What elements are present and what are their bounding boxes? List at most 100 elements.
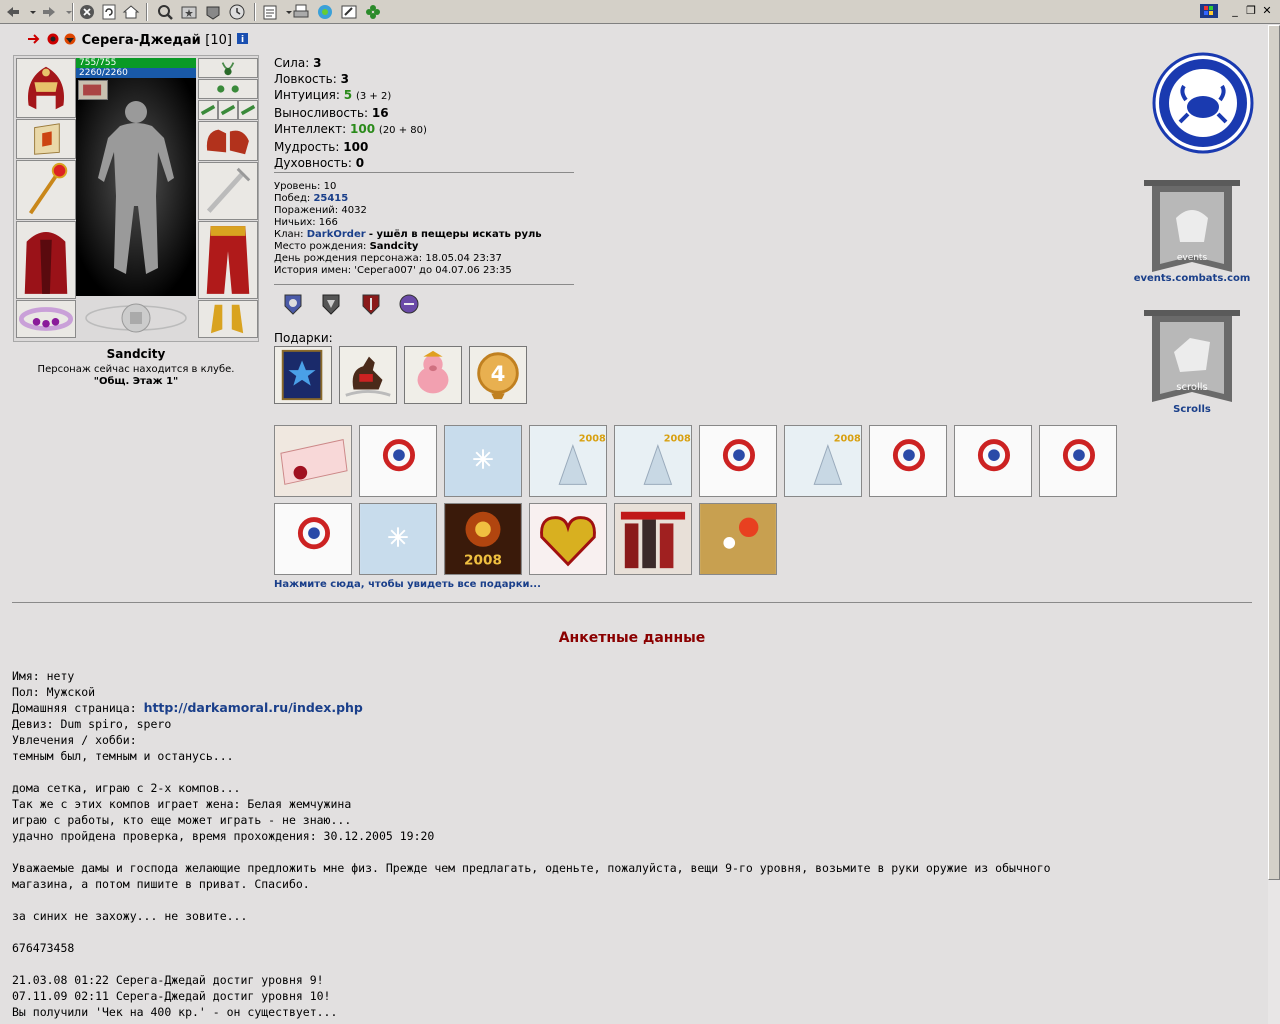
gift-pig-icon[interactable] bbox=[404, 346, 462, 404]
gloves-slot[interactable] bbox=[198, 121, 258, 161]
windows-logo-icon bbox=[1200, 4, 1218, 18]
gift-card-envelope[interactable] bbox=[274, 425, 352, 497]
refresh-icon[interactable] bbox=[100, 3, 118, 21]
dropdown-icon[interactable] bbox=[60, 3, 72, 21]
history-icon[interactable] bbox=[228, 3, 246, 21]
gift-card-ornament[interactable] bbox=[274, 503, 352, 575]
gift-book-icon[interactable] bbox=[274, 346, 332, 404]
gift-card-snowflake[interactable] bbox=[359, 503, 437, 575]
see-all-gifts-link[interactable]: Нажмите сюда, чтобы увидеть все подарки.… bbox=[274, 579, 541, 590]
stat-spirituality: Духовность: 0 bbox=[274, 156, 365, 170]
toolbar-separator bbox=[72, 3, 74, 21]
info-divider bbox=[274, 284, 574, 285]
svg-text:4: 4 bbox=[491, 362, 506, 387]
gift-card-2008-tree[interactable]: 2008 bbox=[784, 425, 862, 497]
toolbar-separator bbox=[146, 3, 148, 21]
info-icon[interactable]: i bbox=[236, 33, 248, 45]
stat-intuition: Интуиция: 5 (3 + 2) bbox=[274, 88, 392, 102]
helmet-slot[interactable] bbox=[16, 58, 76, 118]
gift-card-snowflake[interactable] bbox=[444, 425, 522, 497]
clover-icon[interactable] bbox=[364, 3, 382, 21]
belt-slot[interactable] bbox=[16, 300, 76, 338]
gifts-title: Подарки: bbox=[274, 331, 333, 345]
svg-text:2008: 2008 bbox=[464, 552, 502, 568]
homepage-link[interactable]: http://darkamoral.ru/index.php bbox=[144, 700, 363, 715]
gift-horse-icon[interactable] bbox=[339, 346, 397, 404]
arrow-icon bbox=[28, 34, 40, 44]
gift-medal-4-icon[interactable]: 4 bbox=[469, 346, 527, 404]
profile-section-title: Анкетные данные bbox=[558, 630, 706, 646]
dropdown-icon[interactable] bbox=[280, 3, 292, 21]
events-link[interactable]: events.combats.com bbox=[1122, 273, 1262, 284]
ring-slot-2[interactable] bbox=[218, 100, 238, 120]
svg-text:2008: 2008 bbox=[579, 434, 606, 445]
location-text: Персонаж сейчас находится в клубе. bbox=[37, 364, 235, 375]
info-clan: Клан: DarkOrder - ушёл в пещеры искать р… bbox=[274, 229, 542, 240]
edit-icon[interactable] bbox=[340, 3, 358, 21]
gift-card-ornament[interactable] bbox=[954, 425, 1032, 497]
gift-card-people[interactable] bbox=[614, 503, 692, 575]
bracer-slot[interactable] bbox=[16, 119, 76, 159]
minimize-icon[interactable]: _ bbox=[1228, 4, 1242, 18]
gift-card-ornament[interactable] bbox=[359, 425, 437, 497]
mail-icon[interactable] bbox=[262, 3, 280, 21]
amulet-slot[interactable] bbox=[198, 58, 258, 78]
search-icon[interactable] bbox=[156, 3, 174, 21]
scrollbar-thumb[interactable] bbox=[1268, 25, 1280, 880]
gift-card-ornament[interactable] bbox=[869, 425, 947, 497]
leggings-slot[interactable] bbox=[198, 221, 258, 299]
gift-card-2008-tree[interactable]: 2008 bbox=[614, 425, 692, 497]
info-birthday: День рождения персонажа: 18.05.04 23:37 bbox=[274, 253, 502, 264]
favorites-icon[interactable] bbox=[180, 3, 198, 21]
section-divider bbox=[12, 602, 1252, 603]
scrolls-link[interactable]: Scrolls bbox=[1152, 404, 1232, 415]
svg-text:2008: 2008 bbox=[834, 434, 861, 445]
gift-card-heart[interactable] bbox=[529, 503, 607, 575]
page-scrollbar[interactable] bbox=[1268, 25, 1280, 1024]
boots-slot[interactable] bbox=[198, 300, 258, 338]
weapon-slot[interactable] bbox=[16, 160, 76, 220]
gift-card-ornament[interactable] bbox=[1039, 425, 1117, 497]
medal-icon[interactable] bbox=[282, 292, 304, 316]
svg-text:2008: 2008 bbox=[664, 434, 691, 445]
ring-slot-3[interactable] bbox=[238, 100, 258, 120]
ring-slot-1[interactable] bbox=[198, 100, 218, 120]
window-controls: _ ❐ ✕ bbox=[1190, 0, 1280, 24]
character-body bbox=[76, 78, 196, 296]
back-icon[interactable] bbox=[4, 3, 22, 21]
stop-icon[interactable] bbox=[78, 3, 96, 21]
media-icon[interactable] bbox=[204, 3, 222, 21]
info-birthplace: Место рождения: Sandcity bbox=[274, 241, 419, 252]
gift-card-2008-tree[interactable]: 2008 bbox=[529, 425, 607, 497]
browser-toolbar: _ ❐ ✕ bbox=[0, 0, 1280, 24]
svg-text:i: i bbox=[240, 35, 243, 44]
forward-icon[interactable] bbox=[40, 3, 58, 21]
clan-link[interactable]: DarkOrder bbox=[307, 229, 366, 240]
character-header: Серега-Джедай [10] i bbox=[28, 33, 248, 51]
gift-card-ornament[interactable] bbox=[699, 425, 777, 497]
location-place: "Общ. Этаж 1" bbox=[93, 376, 179, 387]
character-info: Уровень: 10 Побед: 25415 Поражений: 4032… bbox=[274, 181, 542, 277]
close-icon[interactable]: ✕ bbox=[1260, 4, 1274, 18]
medal-icon[interactable] bbox=[398, 292, 420, 316]
restore-icon[interactable]: ❐ bbox=[1244, 4, 1258, 18]
dropdown-icon[interactable] bbox=[24, 3, 36, 21]
medal-icon[interactable] bbox=[360, 292, 382, 316]
home-icon[interactable] bbox=[122, 3, 140, 21]
mana-bar: 2260/2260 bbox=[76, 68, 196, 78]
shield-slot[interactable] bbox=[198, 162, 258, 220]
profile-data: Имя: нету Пол: Мужской Домашняя страница: … bbox=[12, 668, 1252, 1020]
messenger-icon[interactable] bbox=[316, 3, 334, 21]
info-level: Уровень: 10 bbox=[274, 181, 337, 192]
scrolls-banner[interactable]: scrolls bbox=[1140, 308, 1244, 406]
gift-card-gold[interactable] bbox=[699, 503, 777, 575]
character-city: Sandcity bbox=[106, 347, 166, 361]
earrings-slot[interactable] bbox=[198, 79, 258, 99]
gift-card-2008-fireworks[interactable]: 2008 bbox=[444, 503, 522, 575]
events-banner[interactable]: events bbox=[1140, 178, 1244, 276]
medal-icon[interactable] bbox=[320, 292, 342, 316]
effect-icon[interactable] bbox=[78, 80, 108, 100]
armor-slot[interactable] bbox=[16, 221, 76, 299]
print-icon[interactable] bbox=[292, 3, 310, 21]
profile-hobby-text: Увлечения / хобби: темным был, темным и … bbox=[12, 733, 1051, 1019]
